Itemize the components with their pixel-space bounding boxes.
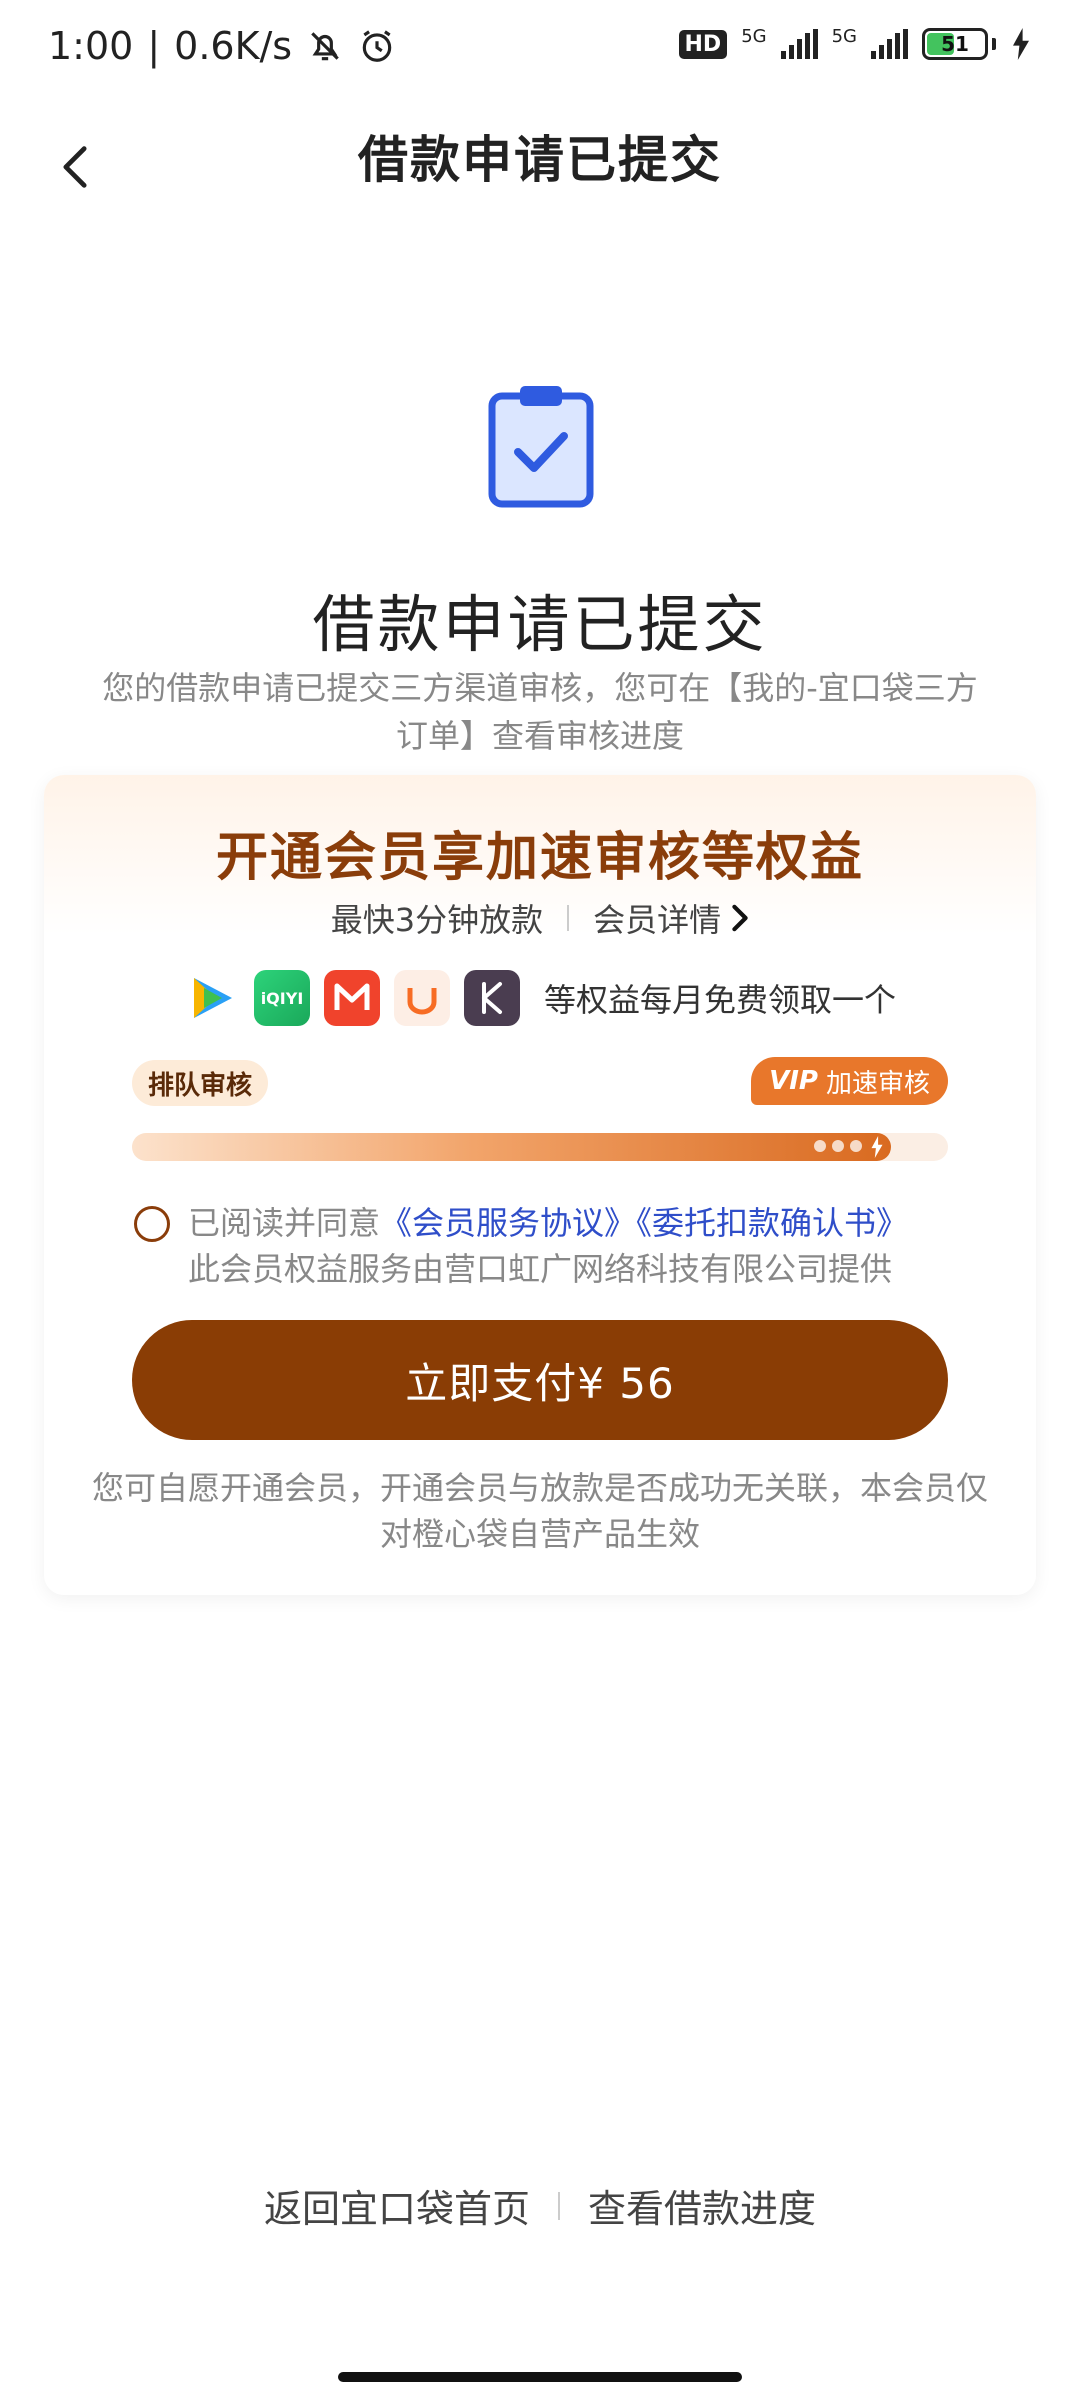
status-net-speed: 0.6K/s (174, 24, 293, 68)
fast-loan-text: 最快3分钟放款 (330, 901, 544, 939)
benefit-row: iQIYI 等权益每月免费领取一个 (44, 970, 1036, 1026)
bottom-links: 返回宜口袋首页 查看借款进度 (0, 2178, 1080, 2233)
page-title: 借款申请已提交 (358, 131, 722, 189)
signal-1-icon (780, 29, 818, 59)
hero-description: 您的借款申请已提交三方渠道审核，您可在【我的-宜口袋三方订单】查看审核进度 (102, 669, 978, 755)
iqiyi-icon: iQIYI (253, 970, 310, 1026)
progress-dots (814, 1140, 862, 1152)
member-card-subtitle: 最快3分钟放款 会员详情 (44, 895, 1036, 941)
status-divider: | (147, 24, 161, 68)
chevron-right-icon (732, 904, 748, 932)
battery-cap (992, 38, 996, 50)
member-detail-label: 会员详情 (593, 901, 722, 939)
divider (558, 2191, 560, 2220)
member-service-agreement-link[interactable]: 《会员服务协议》 (380, 1204, 636, 1242)
queue-review-tag: 排队审核 (132, 1060, 269, 1106)
status-bar: 1:00 | 0.6K/s HD 5G 5G 51 (0, 0, 1080, 110)
lightning-icon (871, 1136, 883, 1158)
clipboard-check-icon (488, 386, 594, 508)
agreement-text: 已阅读并同意《会员服务协议》《委托扣款确认书》 此会员权益服务由营口虹广网络科技… (188, 1200, 908, 1292)
divider (567, 905, 570, 931)
home-indicator[interactable] (338, 2372, 742, 2382)
sim2-network-type: 5G (831, 26, 857, 47)
view-loan-progress-link[interactable]: 查看借款进度 (588, 2178, 816, 2233)
vip-word: VIP (769, 1066, 818, 1096)
vip-fast-review-label: 加速审核 (825, 1068, 930, 1099)
status-right: HD 5G 5G 51 (678, 26, 1033, 60)
hero-title: 借款申请已提交 (312, 588, 768, 661)
member-detail-link[interactable]: 会员详情 (593, 895, 749, 941)
alarm-icon (362, 30, 392, 62)
review-progress-bar (132, 1133, 948, 1161)
status-time: 1:00 (48, 24, 134, 68)
agree-prefix: 已阅读并同意 (188, 1204, 381, 1242)
agreement-row: 已阅读并同意《会员服务协议》《委托扣款确认书》 此会员权益服务由营口虹广网络科技… (134, 1200, 994, 1292)
status-left: 1:00 | 0.6K/s (48, 24, 396, 68)
didi-icon (393, 970, 450, 1026)
debit-authorization-link[interactable]: 《委托扣款确认书》 (636, 1204, 908, 1242)
battery-icon: 51 (922, 28, 988, 60)
return-home-link[interactable]: 返回宜口袋首页 (264, 2178, 530, 2233)
member-card-title: 开通会员享加速审核等权益 (215, 828, 864, 888)
benefit-text: 等权益每月免费领取一个 (543, 981, 896, 1019)
nav-bar: 借款申请已提交 (0, 110, 1080, 240)
bell-muted-icon (311, 32, 339, 61)
membership-note: 您可自愿开通会员，开通会员与放款是否成功无关联，本会员仅对橙心袋自营产品生效 (91, 1469, 988, 1553)
tencent-video-icon (183, 970, 240, 1026)
provider-text: 此会员权益服务由营口虹广网络科技有限公司提供 (188, 1250, 893, 1288)
pay-now-button[interactable]: 立即支付¥ 56 (132, 1320, 948, 1440)
member-card: 开通会员享加速审核等权益 最快3分钟放款 会员详情 iQIYI 等权益每月免费领… (44, 775, 1036, 1595)
charging-icon (1013, 28, 1029, 60)
mango-tv-icon (323, 970, 380, 1026)
kuwo-icon (463, 970, 520, 1026)
sim1-network-type: 5G (741, 26, 767, 47)
hd-badge: HD (678, 29, 728, 59)
review-progress-fill (132, 1133, 891, 1161)
battery-level: 51 (941, 32, 969, 56)
vip-fast-review-tag: VIP 加速审核 (751, 1057, 948, 1105)
agreement-radio[interactable] (134, 1206, 170, 1242)
signal-2-icon (871, 29, 908, 59)
